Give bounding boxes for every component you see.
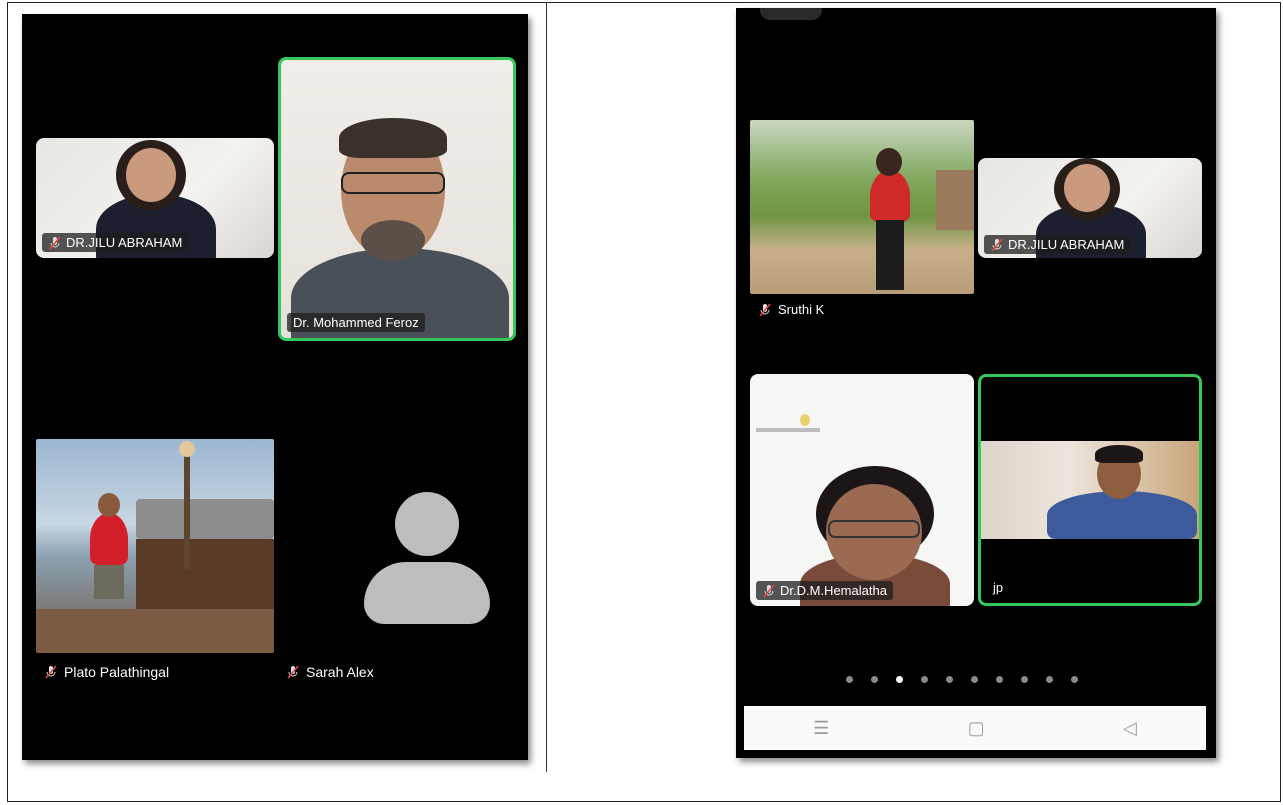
lamp-post xyxy=(184,449,190,569)
video-feed xyxy=(981,441,1199,539)
page-dot[interactable] xyxy=(921,676,928,683)
participant-name-row: Sarah Alex xyxy=(286,664,374,680)
participant-name: Sarah Alex xyxy=(306,664,374,680)
participant-name: Dr. Mohammed Feroz xyxy=(293,315,419,330)
glasses xyxy=(828,520,920,538)
right-phone-screen: Sruthi K DR.JILU ABRAHAM Dr.D.M.Hemalath… xyxy=(736,8,1216,758)
menu-icon[interactable]: ☰ xyxy=(813,718,829,739)
avatar-placeholder-body xyxy=(364,562,490,624)
participant-tile-jilu[interactable]: DR.JILU ABRAHAM xyxy=(36,138,274,258)
page-dot[interactable] xyxy=(971,676,978,683)
wall xyxy=(936,170,974,230)
deck xyxy=(36,609,274,653)
participant-name: Plato Palathingal xyxy=(64,664,170,680)
page-dot[interactable] xyxy=(1021,676,1028,683)
participant-name-row: Sruthi K xyxy=(758,302,824,317)
back-icon[interactable]: ◁ xyxy=(1123,718,1137,739)
page-dot[interactable] xyxy=(996,676,1003,683)
page-dot-current[interactable] xyxy=(896,676,903,683)
participant-name: Sruthi K xyxy=(778,302,825,317)
beard xyxy=(361,220,425,260)
participant-name: Dr.D.M.Hemalatha xyxy=(780,583,887,598)
participant-shorts xyxy=(94,565,124,599)
muted-mic-icon xyxy=(759,302,771,317)
participant-face xyxy=(126,148,176,202)
muted-mic-icon xyxy=(287,665,299,679)
system-navigation-bar: ☰ ▢ ◁ xyxy=(744,706,1206,750)
participant-hair xyxy=(339,118,447,158)
participant-name: DR.JILU ABRAHAM xyxy=(1008,237,1125,252)
avatar-placeholder-icon xyxy=(395,492,459,556)
page-dot[interactable] xyxy=(1071,676,1078,683)
participant-name: DR.JILU ABRAHAM xyxy=(66,235,183,250)
boat-roof xyxy=(136,499,274,539)
participant-pants xyxy=(876,220,904,290)
participant-name: jp xyxy=(993,580,1004,595)
participant-tile-sruthi[interactable] xyxy=(750,120,974,294)
muted-mic-icon xyxy=(763,583,775,598)
participant-tile-hemalatha[interactable]: Dr.D.M.Hemalatha xyxy=(750,374,974,606)
participant-name-tag: DR.JILU ABRAHAM xyxy=(984,235,1131,254)
participant-tile-jp[interactable]: jp xyxy=(978,374,1202,606)
page-dot[interactable] xyxy=(871,676,878,683)
page-dot[interactable] xyxy=(946,676,953,683)
pagination-dots[interactable] xyxy=(846,676,1078,683)
left-phone-screen: DR.JILU ABRAHAM Dr. Mohammed Feroz Plato… xyxy=(22,14,528,760)
participant-face xyxy=(1064,164,1110,212)
muted-mic-icon xyxy=(49,235,61,250)
participant-name-tag: Dr. Mohammed Feroz xyxy=(287,313,425,332)
participant-top xyxy=(870,170,910,222)
lamp xyxy=(179,441,195,457)
page-dot[interactable] xyxy=(1046,676,1053,683)
page-dot[interactable] xyxy=(846,676,853,683)
participant-name-row: Plato Palathingal xyxy=(44,664,169,680)
shelf xyxy=(756,428,820,432)
muted-mic-icon xyxy=(45,665,57,679)
participant-name-tag: DR.JILU ABRAHAM xyxy=(42,233,189,252)
status-chip xyxy=(760,8,822,20)
participant-hair xyxy=(1095,445,1143,463)
home-icon[interactable]: ▢ xyxy=(968,718,985,739)
shelf-item xyxy=(800,414,810,426)
participant-tile-feroz[interactable]: Dr. Mohammed Feroz xyxy=(278,57,516,341)
participant-tile-plato[interactable] xyxy=(36,439,274,653)
participant-hair xyxy=(876,148,902,176)
participant-name-tag: jp xyxy=(987,578,1009,597)
participant-tile-jilu[interactable]: DR.JILU ABRAHAM xyxy=(978,158,1202,258)
glasses xyxy=(341,172,445,194)
participant-shirt xyxy=(90,513,128,565)
participant-face xyxy=(98,493,120,517)
muted-mic-icon xyxy=(991,237,1003,252)
participant-name-tag: Dr.D.M.Hemalatha xyxy=(756,581,893,600)
column-divider xyxy=(546,2,547,772)
